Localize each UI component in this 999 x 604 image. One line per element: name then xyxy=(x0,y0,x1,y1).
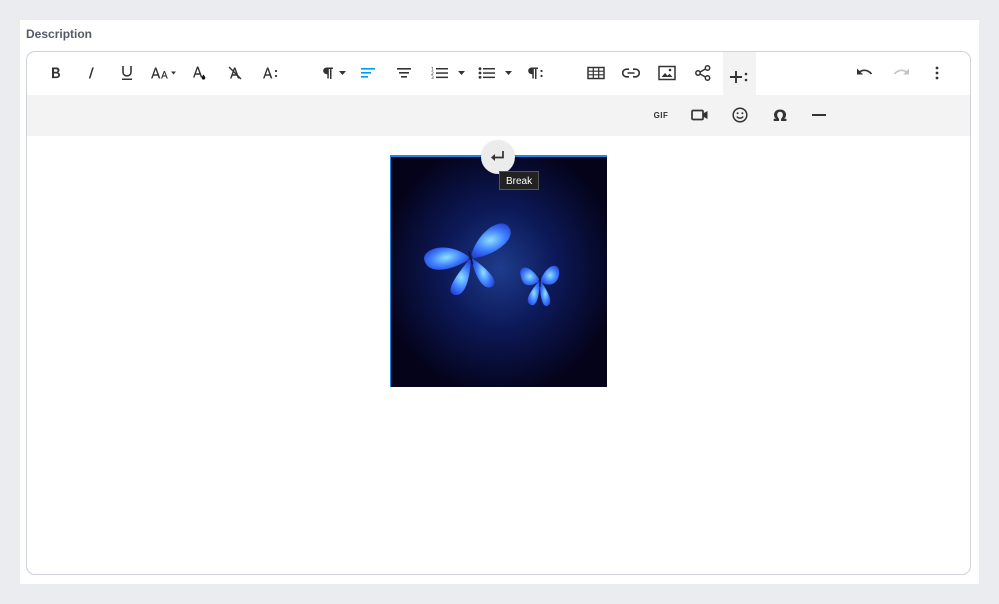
svg-text:3: 3 xyxy=(431,75,434,80)
align-left-icon xyxy=(361,68,375,78)
rich-text-editor: 1 2 3 GIF Ω Break xyxy=(26,51,971,575)
underline-button[interactable] xyxy=(111,57,143,89)
insert-video-button[interactable] xyxy=(684,99,716,131)
line-break-icon xyxy=(491,151,504,161)
clear-formatting-icon xyxy=(228,66,242,80)
more-paragraph-icon xyxy=(528,67,543,79)
break-button[interactable] xyxy=(481,140,515,174)
more-options-button[interactable] xyxy=(921,57,953,89)
field-label: Description xyxy=(26,27,93,41)
share-button[interactable] xyxy=(687,57,719,89)
more-vertical-icon xyxy=(935,66,939,80)
horizontal-line-icon xyxy=(812,114,826,116)
font-size-button[interactable] xyxy=(146,57,182,89)
omega-icon: Ω xyxy=(773,105,787,125)
align-center-icon xyxy=(397,68,411,78)
redo-button[interactable] xyxy=(885,57,917,89)
insert-gif-button[interactable]: GIF xyxy=(645,99,677,131)
table-icon xyxy=(587,66,605,80)
share-icon xyxy=(695,65,711,81)
more-text-icon xyxy=(263,67,278,79)
italic-icon xyxy=(88,67,94,79)
unordered-list-icon xyxy=(478,67,495,79)
text-color-button[interactable] xyxy=(183,57,215,89)
insert-link-button[interactable] xyxy=(615,57,647,89)
gif-icon: GIF xyxy=(653,110,669,120)
editor-toolbar: 1 2 3 xyxy=(27,52,970,95)
insert-more-button[interactable] xyxy=(723,52,756,95)
undo-button[interactable] xyxy=(849,57,881,89)
ordered-list-icon: 1 2 3 xyxy=(431,67,448,80)
description-card: Description 1 2 3 GIF Ω Break xyxy=(20,20,979,584)
insert-horizontal-line-button[interactable] xyxy=(803,99,835,131)
chevron-down-icon xyxy=(505,71,512,75)
align-center-button[interactable] xyxy=(388,57,420,89)
unordered-list-button[interactable] xyxy=(471,57,503,89)
redo-icon xyxy=(893,68,909,75)
image-icon xyxy=(658,65,676,81)
insert-more-icon xyxy=(729,70,747,83)
chevron-down-icon xyxy=(339,71,346,75)
video-icon xyxy=(691,109,708,121)
paragraph-format-caret[interactable] xyxy=(338,57,347,89)
ordered-list-button[interactable]: 1 2 3 xyxy=(424,57,456,89)
insert-more-toolbar: GIF Ω xyxy=(27,95,970,136)
insert-image-button[interactable] xyxy=(651,57,683,89)
bold-icon xyxy=(52,67,60,79)
insert-table-button[interactable] xyxy=(580,57,612,89)
more-paragraph-button[interactable] xyxy=(519,57,551,89)
break-tooltip: Break xyxy=(499,171,540,190)
more-text-button[interactable] xyxy=(255,57,287,89)
insert-emoticon-button[interactable] xyxy=(724,99,756,131)
text-color-icon xyxy=(193,66,206,80)
link-icon xyxy=(622,68,640,78)
special-characters-button[interactable]: Ω xyxy=(764,99,796,131)
editor-content[interactable]: Break xyxy=(27,136,970,574)
unordered-list-caret[interactable] xyxy=(504,57,513,89)
underline-icon xyxy=(122,66,132,80)
clear-formatting-button[interactable] xyxy=(219,57,251,89)
butterfly-picture xyxy=(391,157,607,387)
italic-button[interactable] xyxy=(75,57,107,89)
undo-icon xyxy=(857,68,873,75)
align-button[interactable] xyxy=(352,57,384,89)
font-size-icon xyxy=(151,67,176,79)
chevron-down-icon xyxy=(458,71,465,75)
paragraph-format-icon xyxy=(323,67,333,79)
ordered-list-caret[interactable] xyxy=(457,57,466,89)
emoticon-icon xyxy=(732,107,748,123)
bold-button[interactable] xyxy=(40,57,72,89)
